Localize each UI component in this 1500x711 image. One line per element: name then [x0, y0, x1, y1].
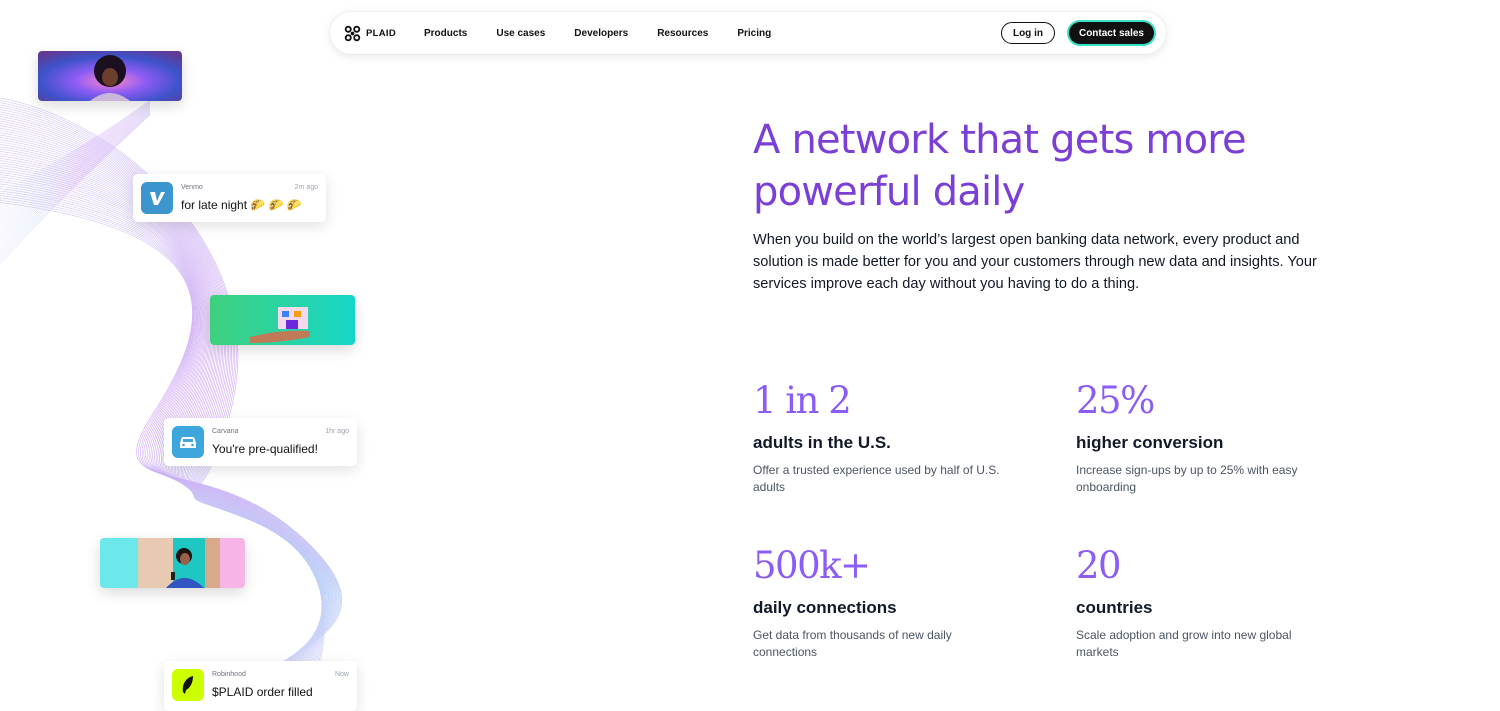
stat-conversion: 25% higher conversion Increase sign-ups …: [1076, 381, 1336, 495]
stat-description: Offer a trusted experience used by half …: [753, 463, 1000, 494]
stat-countries: 20 countries Scale adoption and grow int…: [1076, 546, 1336, 660]
stat-label: countries: [1076, 598, 1153, 617]
nav-link-pricing[interactable]: Pricing: [737, 28, 771, 39]
stat-label: adults in the U.S.: [753, 433, 891, 452]
stat-description: Scale adoption and grow into new global …: [1076, 628, 1292, 659]
notification-time: Now: [334, 671, 349, 678]
woman-with-phone-image: [100, 538, 245, 588]
stat-value: 1 in 2: [753, 379, 852, 422]
notification-app-name: Robinhood: [212, 671, 246, 678]
wave-decoration: [0, 97, 343, 707]
nav-actions: Log in Contact sales: [1000, 22, 1154, 44]
photo-card-woman-phone: [100, 538, 245, 588]
notification-card-carvana: Carvana 1hr ago You're pre-qualified!: [164, 418, 357, 466]
stat-label: higher conversion: [1076, 433, 1224, 452]
contact-sales-button[interactable]: Contact sales: [1068, 22, 1154, 44]
stat-value: 25%: [1076, 379, 1155, 422]
photo-card-hand-shop: [210, 295, 355, 345]
hero-headline: A network that gets more powerful daily: [753, 117, 1247, 215]
hero-intro: When you build on the world’s largest op…: [753, 232, 1317, 292]
nav-links: Products Use cases Developers Resources …: [424, 28, 771, 39]
stat-value: 20: [1076, 544, 1122, 587]
notification-time: 2m ago: [294, 184, 318, 191]
stat-adults: 1 in 2 adults in the U.S. Offer a truste…: [753, 381, 1013, 495]
nav-link-developers[interactable]: Developers: [574, 28, 628, 39]
nav-link-use-cases[interactable]: Use cases: [496, 28, 545, 39]
notification-card-venmo: Venmo 2m ago for late night 🌮 🌮 🌮: [133, 174, 326, 222]
stat-label: daily connections: [753, 598, 897, 617]
stat-connections: 500k+ daily connections Get data from th…: [753, 546, 1013, 660]
venmo-icon: [141, 182, 173, 214]
notification-message: $PLAID order filled: [212, 685, 313, 699]
notification-message: You're pre-qualified!: [212, 442, 318, 456]
stat-description: Increase sign-ups by up to 25% with easy…: [1076, 463, 1298, 494]
stat-description: Get data from thousands of new daily con…: [753, 628, 952, 659]
nav-link-resources[interactable]: Resources: [657, 28, 708, 39]
notification-card-robinhood: Robinhood Now $PLAID order filled: [164, 661, 357, 711]
photo-card-person-headphones: [38, 51, 182, 101]
feather-icon: [172, 669, 204, 701]
person-headphones-image: [38, 51, 182, 101]
car-icon: [172, 426, 204, 458]
notification-message: for late night 🌮 🌮 🌮: [181, 198, 302, 212]
hand-holding-shop-image: [210, 295, 355, 345]
notification-time: 1hr ago: [325, 428, 349, 435]
nav-link-products[interactable]: Products: [424, 28, 467, 39]
stat-value: 500k+: [753, 544, 871, 587]
login-button[interactable]: Log in: [1000, 22, 1055, 44]
top-navigation: PLAID Products Use cases Developers Reso…: [330, 12, 1166, 54]
